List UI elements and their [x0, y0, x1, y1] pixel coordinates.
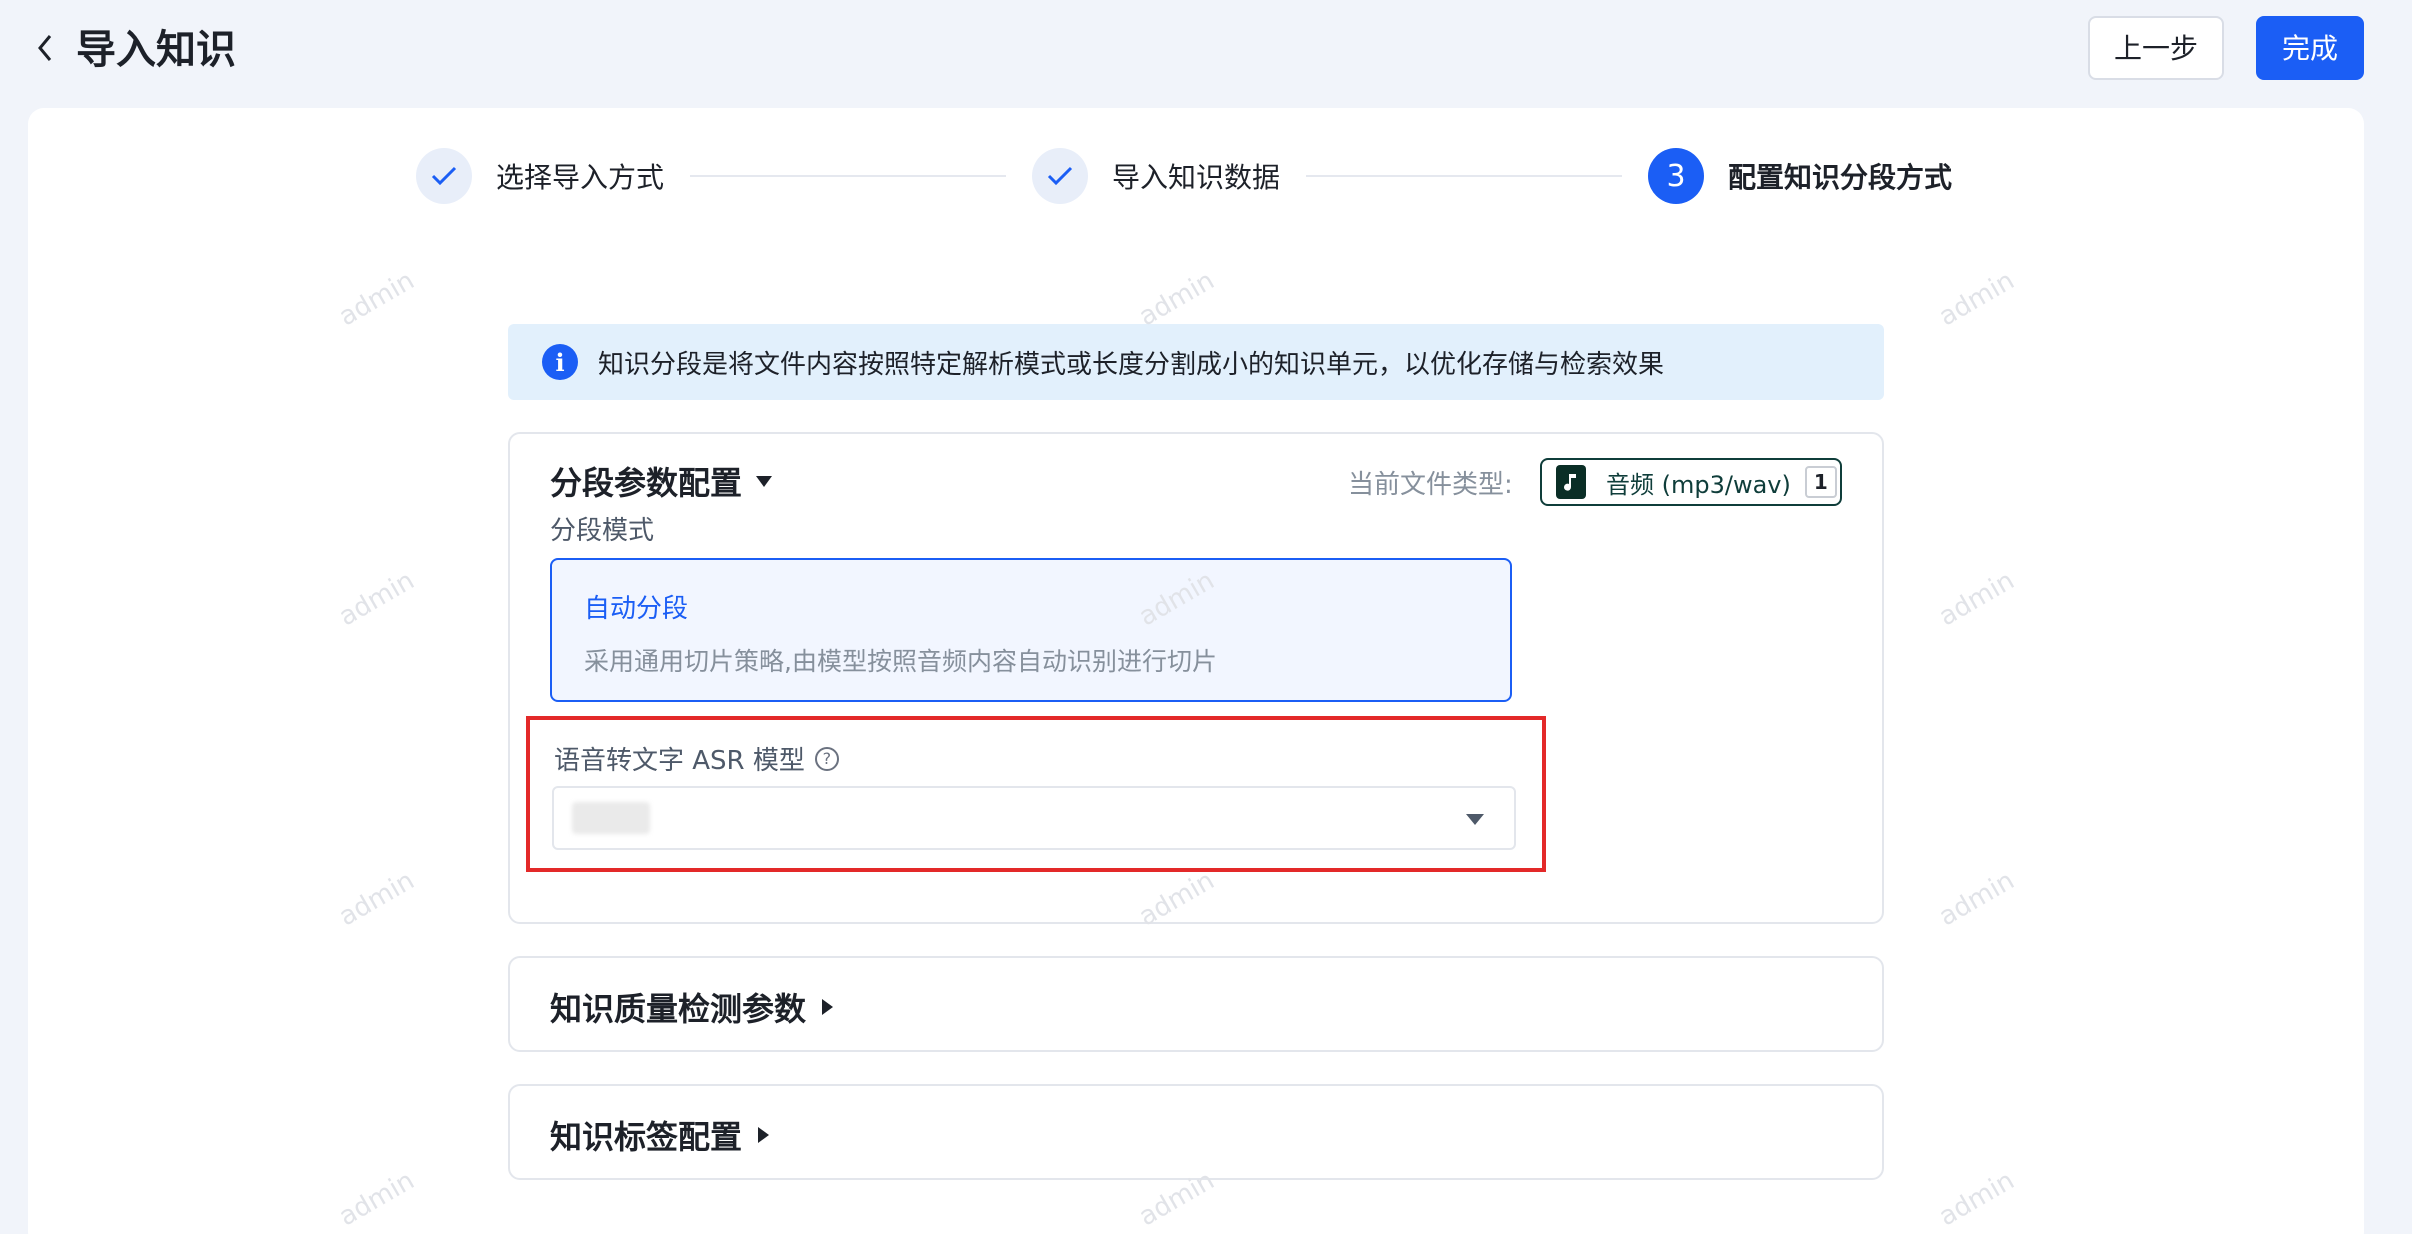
file-type-label: 当前文件类型: [1348, 470, 1513, 500]
segment-config-panel: 分段参数配置 当前文件类型: 音频 (mp3/wav) 1 分段模式 自动分段 … [508, 432, 1884, 924]
step-2: 导入知识数据 [1032, 148, 1280, 204]
step-connector-2 [1306, 175, 1622, 177]
page: 导入知识 上一步 完成 选择导入方式 导入知识数据 3 配置知识分段方式 i 知… [0, 0, 2412, 1234]
file-type-badge[interactable]: 音频 (mp3/wav) 1 [1540, 458, 1842, 506]
segment-mode-label: 分段模式 [550, 516, 655, 546]
step-connector-1 [690, 175, 1006, 177]
segment-config-toggle[interactable]: 分段参数配置 [550, 458, 773, 504]
segment-config-title: 分段参数配置 [550, 464, 743, 502]
header: 导入知识 上一步 完成 [0, 0, 2412, 100]
help-icon[interactable]: ? [814, 746, 839, 771]
file-type-value: 音频 (mp3/wav) [1606, 470, 1791, 499]
step-2-label: 导入知识数据 [1112, 161, 1281, 194]
tag-config-title: 知识标签配置 [550, 1118, 743, 1156]
auto-segment-title: 自动分段 [584, 594, 689, 624]
page-title: 导入知识 [76, 27, 236, 73]
auto-segment-desc: 采用通用切片策略,由模型按照音频内容自动识别进行切片 [584, 647, 1217, 676]
chevron-left-icon [38, 35, 52, 61]
auto-segment-option[interactable]: 自动分段 采用通用切片策略,由模型按照音频内容自动识别进行切片 [550, 558, 1512, 702]
asr-model-select[interactable] [552, 786, 1516, 850]
back-button[interactable] [28, 26, 62, 70]
done-button[interactable]: 完成 [2256, 16, 2364, 80]
caret-right-icon [758, 1127, 770, 1143]
check-icon [431, 166, 457, 186]
step-1-circle [416, 148, 472, 204]
step-3: 3 配置知识分段方式 [1648, 148, 1952, 204]
quality-check-title: 知识质量检测参数 [550, 990, 807, 1028]
asr-model-label: 语音转文字 ASR 模型 ? [554, 740, 839, 777]
tag-config-panel: 知识标签配置 [508, 1084, 1884, 1180]
asr-model-label-text: 语音转文字 ASR 模型 [554, 746, 805, 776]
check-icon [1047, 166, 1073, 186]
step-2-circle [1032, 148, 1088, 204]
step-3-circle: 3 [1648, 148, 1704, 204]
info-text: 知识分段是将文件内容按照特定解析模式或长度分割成小的知识单元，以优化存储与检索效… [598, 349, 1665, 380]
info-banner: i 知识分段是将文件内容按照特定解析模式或长度分割成小的知识单元，以优化存储与检… [508, 324, 1884, 400]
tag-config-toggle[interactable]: 知识标签配置 [550, 1112, 770, 1158]
caret-down-icon [756, 475, 773, 487]
step-3-label: 配置知识分段方式 [1728, 161, 1953, 194]
caret-right-icon [822, 999, 834, 1015]
step-1-label: 选择导入方式 [496, 161, 665, 194]
quality-check-panel: 知识质量检测参数 [508, 956, 1884, 1052]
music-file-icon [1556, 465, 1586, 499]
file-count-badge: 1 [1804, 466, 1837, 498]
step-1: 选择导入方式 [416, 148, 664, 204]
asr-selected-value-blurred [572, 802, 650, 834]
caret-down-icon [1466, 814, 1484, 825]
quality-check-toggle[interactable]: 知识质量检测参数 [550, 984, 834, 1030]
prev-step-button[interactable]: 上一步 [2088, 16, 2224, 80]
info-icon: i [542, 344, 578, 380]
asr-highlight-box: 语音转文字 ASR 模型 ? [526, 716, 1546, 872]
